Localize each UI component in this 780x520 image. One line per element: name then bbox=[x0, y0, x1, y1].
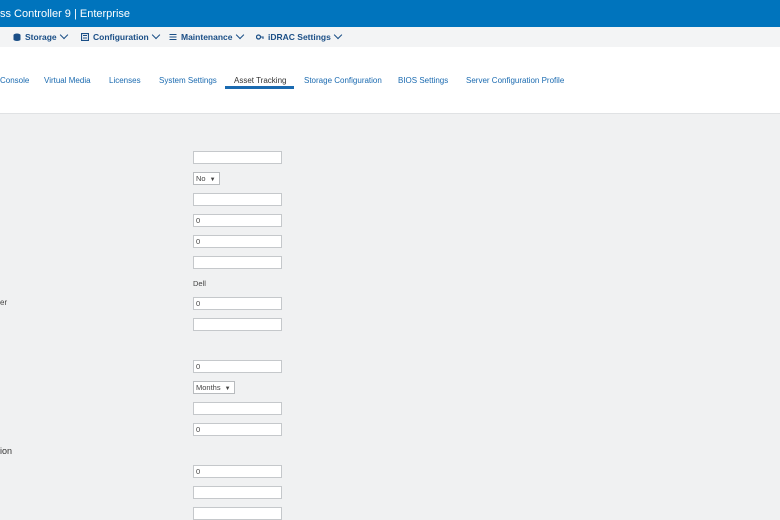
number-field[interactable]: 0 bbox=[193, 214, 282, 227]
menu-configuration-label: Configuration bbox=[93, 32, 149, 42]
number-field[interactable]: 0 bbox=[193, 360, 282, 373]
text-field[interactable] bbox=[193, 507, 282, 520]
text-field[interactable] bbox=[193, 402, 282, 415]
tab-console[interactable]: Console bbox=[0, 76, 29, 85]
idrac-settings-icon bbox=[256, 34, 264, 40]
chevron-down-icon bbox=[59, 30, 68, 40]
field-label: er bbox=[0, 298, 8, 307]
manufacturer-value: Dell bbox=[193, 279, 206, 288]
number-field[interactable]: 0 bbox=[193, 465, 282, 478]
tab-bios-settings[interactable]: BIOS Settings bbox=[398, 76, 448, 85]
text-field[interactable] bbox=[193, 193, 282, 206]
chevron-down-icon bbox=[151, 30, 160, 40]
tab-virtual-media[interactable]: Virtual Media bbox=[44, 76, 91, 85]
menu-idrac-settings[interactable]: iDRAC Settings bbox=[256, 30, 343, 42]
menu-maintenance-label: Maintenance bbox=[181, 32, 233, 42]
text-field[interactable] bbox=[193, 486, 282, 499]
menu-storage-label: Storage bbox=[25, 32, 57, 42]
main-menu-bar: Storage Configuration Maintenance iDRAC … bbox=[0, 27, 780, 48]
menu-storage[interactable]: Storage bbox=[13, 30, 68, 42]
section-heading: ion bbox=[0, 446, 13, 456]
title-bar: ss Controller 9 | Enterprise bbox=[0, 0, 780, 27]
select-dropdown[interactable]: No ▼ bbox=[193, 172, 220, 185]
text-field[interactable] bbox=[193, 256, 282, 269]
number-field[interactable]: 0 bbox=[193, 297, 282, 310]
chevron-down-icon bbox=[235, 30, 244, 40]
text-field[interactable] bbox=[193, 318, 282, 331]
menu-idrac-settings-label: iDRAC Settings bbox=[268, 32, 331, 42]
app-title: ss Controller 9 | Enterprise bbox=[0, 8, 131, 20]
menu-configuration[interactable]: Configuration bbox=[81, 30, 160, 42]
tab-licenses[interactable]: Licenses bbox=[109, 76, 141, 85]
dropdown-arrow-icon: ▼ bbox=[209, 177, 216, 183]
chevron-down-icon bbox=[333, 30, 343, 40]
toolbar-strip bbox=[0, 89, 780, 114]
maintenance-icon bbox=[169, 34, 177, 40]
text-field[interactable] bbox=[193, 151, 282, 164]
settings-tabs: Console Virtual Media Licenses System Se… bbox=[0, 47, 780, 90]
number-field[interactable]: 0 bbox=[193, 423, 282, 436]
tab-storage-configuration[interactable]: Storage Configuration bbox=[304, 76, 382, 85]
dropdown-arrow-icon: ▼ bbox=[224, 386, 231, 392]
select-value: No bbox=[196, 174, 206, 183]
tab-server-configuration-profile[interactable]: Server Configuration Profile bbox=[466, 76, 564, 85]
menu-maintenance[interactable]: Maintenance bbox=[169, 30, 244, 42]
select-dropdown[interactable]: Months ▼ bbox=[193, 381, 235, 394]
asset-tracking-form bbox=[0, 114, 780, 516]
number-field[interactable]: 0 bbox=[193, 235, 282, 248]
storage-icon bbox=[13, 33, 21, 41]
tab-system-settings[interactable]: System Settings bbox=[159, 76, 217, 85]
configuration-icon bbox=[81, 33, 89, 41]
select-value: Months bbox=[196, 383, 221, 392]
tab-asset-tracking[interactable]: Asset Tracking bbox=[234, 76, 286, 85]
